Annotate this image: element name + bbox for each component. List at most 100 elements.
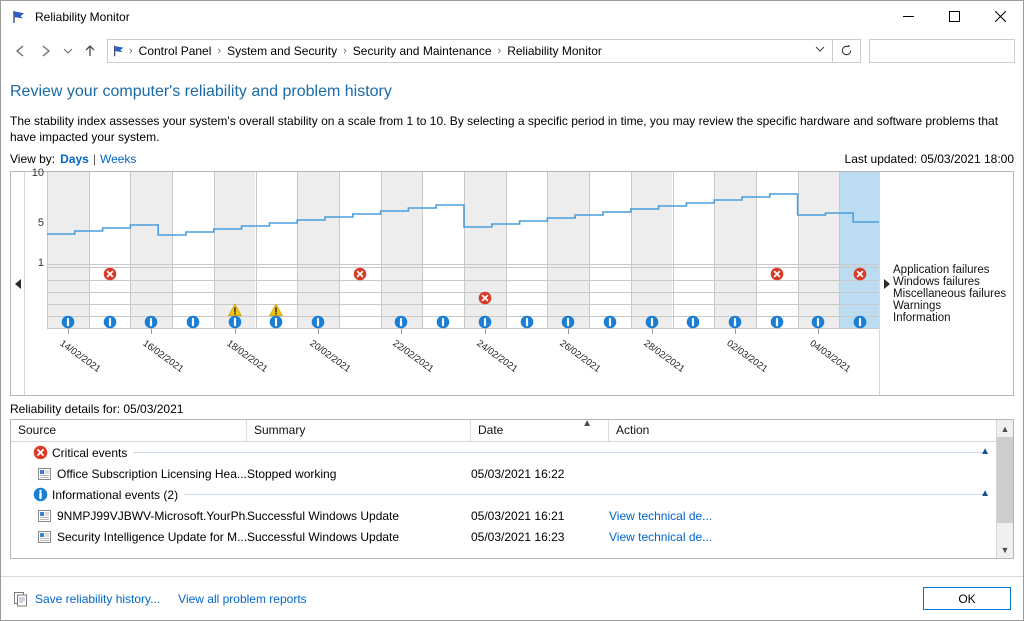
table-header: Source Summary Date ▲ Action [11, 420, 996, 442]
recent-locations-button[interactable] [59, 38, 77, 64]
view-by-days-link[interactable]: Days [60, 152, 89, 166]
event-group-header[interactable]: Informational events (2) ▲ [11, 484, 996, 505]
column-header-date-label: Date [478, 423, 504, 437]
view-all-problem-reports-link[interactable]: View all problem reports [178, 592, 307, 606]
table-row[interactable]: Security Intelligence Update for M... Suc… [11, 526, 996, 547]
column-header-action[interactable]: Action [609, 420, 719, 441]
column-header-summary[interactable]: Summary [247, 420, 471, 441]
cell-action[interactable]: View technical de... [609, 530, 729, 544]
cell-summary: Stopped working [247, 466, 337, 481]
x-axis-tick [234, 329, 236, 334]
critical-event-marker[interactable] [478, 291, 492, 305]
y-axis-label-1: 1 [37, 257, 44, 269]
x-axis-label: 02/03/2021 [724, 338, 770, 375]
x-axis-tick [484, 329, 486, 334]
information-icon [33, 487, 48, 502]
column-header-source[interactable]: Source [11, 420, 247, 441]
x-axis-label: 20/02/2021 [307, 338, 353, 375]
information-event-marker[interactable] [520, 315, 534, 329]
chart-row-label-0: Application failures [893, 264, 990, 276]
information-event-marker[interactable] [686, 315, 700, 329]
title-bar: Reliability Monitor [1, 1, 1023, 32]
y-axis-label-10: 10 [31, 167, 44, 179]
chart-row-label-3: Warnings [893, 300, 942, 312]
breadcrumb-item-system-and-security[interactable]: System and Security [222, 40, 342, 62]
chart-row-label-4: Information [893, 312, 951, 324]
table-row[interactable]: 9NMPJ99VJBWV-Microsoft.YourPh... Successf… [11, 505, 996, 526]
scrollbar-thumb[interactable] [997, 437, 1013, 523]
information-event-marker[interactable] [394, 315, 408, 329]
search-input[interactable] [874, 42, 1024, 59]
source-text: Security Intelligence Update for M... [57, 529, 247, 544]
x-axis-label: 28/02/2021 [641, 338, 687, 375]
chevron-up-icon[interactable]: ▲ [980, 488, 990, 499]
column-header-date[interactable]: Date ▲ [471, 420, 609, 441]
critical-event-marker[interactable] [853, 267, 867, 281]
information-event-marker[interactable] [61, 315, 75, 329]
table-row[interactable]: Office Subscription Licensing Hea... Stop… [11, 463, 996, 484]
details-label: Reliability details for: 05/03/2021 [10, 402, 184, 416]
information-event-marker[interactable] [728, 315, 742, 329]
maximize-button[interactable] [931, 1, 977, 32]
event-group-header[interactable]: Critical events ▲ [11, 442, 996, 463]
back-button[interactable] [7, 38, 33, 64]
view-by-weeks-link[interactable]: Weeks [100, 152, 136, 166]
chart-scroll-left-button[interactable] [11, 172, 25, 395]
chevron-up-icon[interactable]: ▲ [980, 446, 990, 457]
information-event-marker[interactable] [144, 315, 158, 329]
information-event-marker[interactable] [311, 315, 325, 329]
window-controls [885, 1, 1023, 32]
table-scrollbar[interactable]: ▲ ▼ [996, 420, 1013, 558]
scroll-up-arrow-icon[interactable]: ▲ [997, 420, 1013, 437]
x-axis-label: 14/02/2021 [57, 338, 103, 375]
chevron-down-icon[interactable] [810, 44, 830, 57]
footer-bar: Save reliability history... View all pro… [1, 576, 1023, 620]
forward-button[interactable] [33, 38, 59, 64]
chart-row-divider [47, 280, 879, 281]
main-content: Review your computer's reliability and p… [1, 69, 1023, 576]
cell-date: 05/03/2021 16:21 [471, 508, 565, 523]
information-event-marker[interactable] [770, 315, 784, 329]
scroll-down-arrow-icon[interactable]: ▼ [997, 541, 1013, 558]
breadcrumb[interactable]: › Control Panel › System and Security › … [107, 38, 833, 63]
information-event-marker[interactable] [478, 315, 492, 329]
event-group-label: Critical events [52, 445, 128, 460]
chart-plot-area[interactable]: 14/02/2021 16/02/2021 18/02/2021 20/02/2021… [47, 172, 879, 395]
information-event-marker[interactable] [103, 315, 117, 329]
information-event-marker[interactable] [645, 315, 659, 329]
cell-source: Office Subscription Licensing Hea... [11, 467, 247, 481]
view-by-row: View by: Days | Weeks Last updated: 05/0… [10, 152, 1014, 166]
x-axis-label: 04/03/2021 [807, 338, 853, 375]
breadcrumb-item-security-and-maintenance[interactable]: Security and Maintenance [348, 40, 497, 62]
critical-event-marker[interactable] [103, 267, 117, 281]
x-axis-tick [67, 329, 69, 334]
critical-event-marker[interactable] [353, 267, 367, 281]
flag-icon [11, 9, 27, 25]
information-event-marker[interactable] [811, 315, 825, 329]
breadcrumb-item-reliability-monitor[interactable]: Reliability Monitor [502, 40, 607, 62]
critical-event-marker[interactable] [770, 267, 784, 281]
information-event-marker[interactable] [228, 315, 242, 329]
information-event-marker[interactable] [603, 315, 617, 329]
ok-button[interactable]: OK [923, 587, 1011, 610]
information-event-marker[interactable] [561, 315, 575, 329]
table-body: Critical events ▲ Office Subscription Lice… [11, 442, 996, 558]
information-event-marker[interactable] [269, 315, 283, 329]
minimize-button[interactable] [885, 1, 931, 32]
up-button[interactable] [77, 38, 103, 64]
information-event-marker[interactable] [186, 315, 200, 329]
chart-row-label-1: Windows failures [893, 276, 980, 288]
chart-row-label-2: Miscellaneous failures [893, 288, 1007, 300]
scrollbar-track[interactable] [997, 437, 1013, 541]
file-icon [38, 530, 51, 543]
refresh-button[interactable] [833, 38, 861, 63]
save-reliability-history-link[interactable]: Save reliability history... [35, 592, 160, 606]
information-event-marker[interactable] [436, 315, 450, 329]
close-button[interactable] [977, 1, 1023, 32]
x-axis-tick [651, 329, 653, 334]
search-box[interactable] [869, 38, 1024, 63]
cell-action[interactable]: View technical de... [609, 509, 729, 523]
breadcrumb-item-control-panel[interactable]: Control Panel [134, 40, 217, 62]
information-event-marker[interactable] [853, 315, 867, 329]
chart-scroll-right-button[interactable] [879, 172, 893, 395]
